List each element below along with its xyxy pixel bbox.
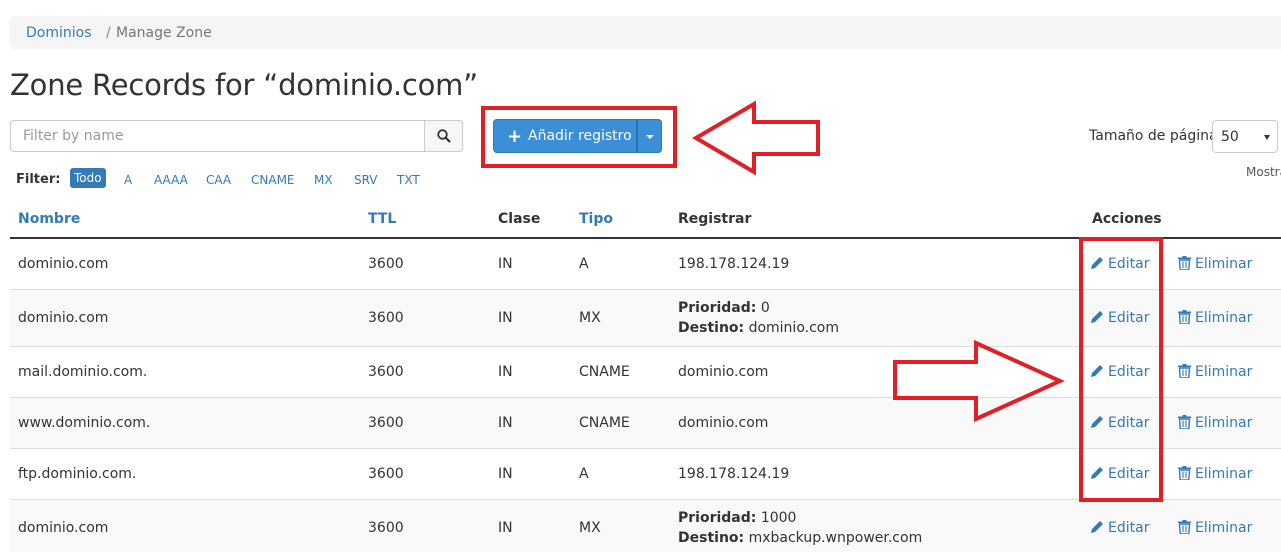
filter-a[interactable]: A (124, 173, 132, 187)
cell-class: IN (498, 415, 513, 431)
delete-button[interactable]: Eliminar (1178, 364, 1252, 380)
delete-label: Eliminar (1195, 415, 1253, 431)
cell-name: www.dominio.com. (18, 415, 151, 431)
cell-name: dominio.com (18, 256, 109, 272)
destination-label: Destino: (678, 320, 745, 336)
delete-button[interactable]: Eliminar (1178, 256, 1252, 272)
cell-type: MX (579, 310, 601, 326)
search-icon (437, 129, 451, 143)
column-header-name[interactable]: Nombre (18, 211, 80, 227)
delete-label: Eliminar (1195, 310, 1253, 326)
cell-ttl: 3600 (368, 256, 404, 272)
highlight-add-button-box (481, 106, 677, 168)
trash-icon (1178, 520, 1191, 535)
column-header-actions: Acciones (1092, 211, 1162, 227)
cell-record: 198.178.124.19 (678, 256, 790, 272)
cell-class: IN (498, 466, 513, 482)
cell-ttl: 3600 (368, 364, 404, 380)
trash-icon (1178, 310, 1191, 325)
cell-type: CNAME (579, 364, 630, 380)
priority-value: 0 (760, 300, 770, 316)
column-header-type[interactable]: Tipo (579, 211, 613, 227)
filter-srv[interactable]: SRV (354, 173, 378, 187)
cell-record: dominio.com (678, 364, 769, 380)
filter-todo[interactable]: Todo (70, 168, 106, 188)
edit-label: Editar (1108, 520, 1150, 536)
filter-txt[interactable]: TXT (397, 173, 420, 187)
cell-type: MX (579, 520, 601, 536)
page-title: Zone Records for “dominio.com” (10, 68, 478, 102)
cell-ttl: 3600 (368, 466, 404, 482)
filter-aaaa[interactable]: AAAA (154, 173, 188, 187)
breadcrumb-separator: / (106, 25, 111, 41)
cell-record-destination: Destino: dominio.com (678, 320, 839, 336)
priority-label: Prioridad: (678, 300, 757, 316)
search-button[interactable] (424, 120, 463, 152)
destination-value: mxbackup.wnpower.com (748, 530, 923, 546)
delete-button[interactable]: Eliminar (1178, 520, 1252, 536)
arrow-left-annotation (692, 100, 820, 176)
delete-button[interactable]: Eliminar (1178, 466, 1252, 482)
cell-record-priority: Prioridad: 1000 (678, 510, 796, 526)
delete-label: Eliminar (1195, 520, 1253, 536)
breadcrumb-current: Manage Zone (116, 25, 212, 41)
destination-value: dominio.com (748, 320, 839, 336)
cell-record-destination: Destino: mxbackup.wnpower.com (678, 530, 922, 546)
cell-name: mail.dominio.com. (18, 364, 148, 380)
cell-type: A (579, 466, 589, 482)
delete-label: Eliminar (1195, 466, 1253, 482)
delete-label: Eliminar (1195, 256, 1253, 272)
page-size-select[interactable]: 50 (1212, 120, 1278, 153)
edit-button[interactable]: Editar (1090, 520, 1149, 536)
delete-button[interactable]: Eliminar (1178, 415, 1252, 431)
filter-mx[interactable]: MX (314, 173, 333, 187)
cell-record: 198.178.124.19 (678, 466, 790, 482)
mostrar-truncated-text: Mostra (1246, 165, 1281, 179)
column-header-record: Registrar (678, 211, 752, 227)
cell-ttl: 3600 (368, 415, 404, 431)
page-size-value: 50 (1221, 129, 1239, 145)
search-input[interactable] (10, 120, 424, 152)
destination-label: Destino: (678, 530, 745, 546)
cell-class: IN (498, 520, 513, 536)
cell-record: dominio.com (678, 415, 769, 431)
breadcrumb: Dominios / Manage Zone (10, 16, 1281, 49)
page-size-label: Tamaño de página (1089, 128, 1218, 144)
filter-label: Filter: (16, 172, 61, 187)
select-caret-icon (1264, 135, 1270, 140)
breadcrumb-dominios-link[interactable]: Dominios (26, 25, 92, 41)
pencil-icon (1091, 521, 1103, 533)
cell-name: dominio.com (18, 310, 109, 326)
table-row: dominio.com 3600 IN MX Prioridad: 1000 D… (10, 500, 1281, 552)
trash-icon (1178, 466, 1191, 481)
column-header-ttl[interactable]: TTL (368, 211, 396, 227)
cell-ttl: 3600 (368, 310, 404, 326)
cell-name: ftp.dominio.com. (18, 466, 137, 482)
delete-label: Eliminar (1195, 364, 1253, 380)
cell-type: A (579, 256, 589, 272)
filter-caa[interactable]: CAA (206, 173, 231, 187)
cell-ttl: 3600 (368, 520, 404, 536)
highlight-edit-column-box (1079, 237, 1163, 502)
trash-icon (1178, 364, 1191, 379)
cell-class: IN (498, 364, 513, 380)
cell-class: IN (498, 256, 513, 272)
priority-label: Prioridad: (678, 510, 757, 526)
filter-cname[interactable]: CNAME (251, 173, 295, 187)
priority-value: 1000 (760, 510, 797, 526)
column-header-class: Clase (498, 211, 541, 227)
arrow-right-annotation (893, 339, 1065, 423)
trash-icon (1178, 415, 1191, 430)
cell-record-priority: Prioridad: 0 (678, 300, 770, 316)
cell-name: dominio.com (18, 520, 109, 536)
cell-type: CNAME (579, 415, 630, 431)
cell-class: IN (498, 310, 513, 326)
trash-icon (1178, 256, 1191, 271)
delete-button[interactable]: Eliminar (1178, 310, 1252, 326)
